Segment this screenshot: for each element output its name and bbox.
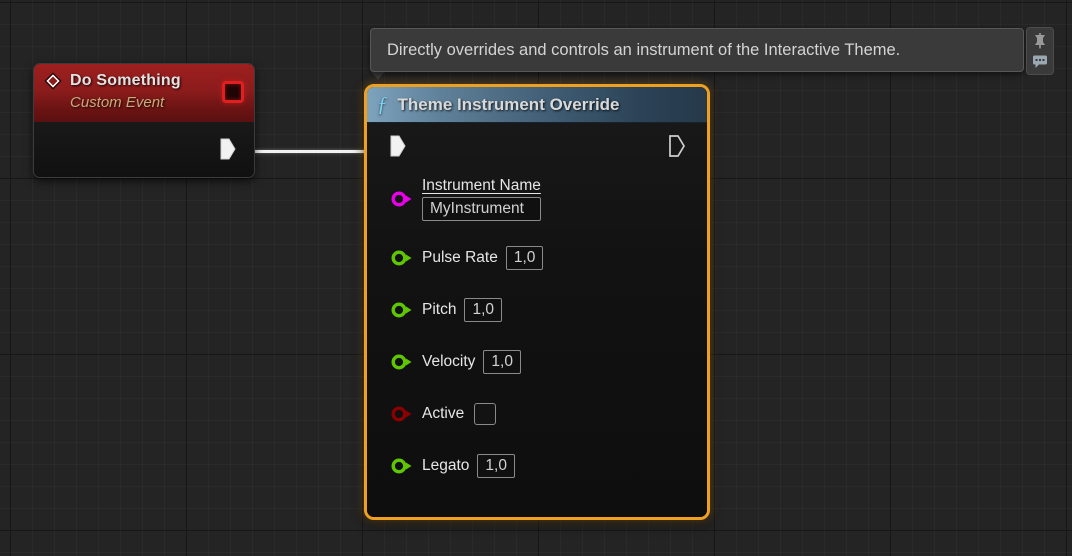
pin-dot-instrument-name[interactable] [391, 191, 413, 207]
pin-dot-velocity[interactable] [391, 354, 413, 370]
event-node-do-something[interactable]: Do Something Custom Event [33, 63, 255, 178]
event-node-title: Do Something [70, 72, 181, 89]
pin-value-legato[interactable]: 1,0 [477, 454, 515, 479]
comment-icon[interactable] [1031, 52, 1049, 70]
function-node-header[interactable]: ƒ Theme Instrument Override [367, 87, 707, 123]
pin-label-legato: Legato [422, 457, 470, 475]
event-node-subtitle: Custom Event [70, 94, 165, 111]
pin-dot-pitch[interactable] [391, 302, 413, 318]
event-exec-output-pin[interactable] [219, 138, 236, 160]
pin-dot-active[interactable] [391, 406, 413, 422]
event-node-body [34, 122, 254, 177]
exec-pin-row [367, 123, 707, 169]
pin-row-instrument-name: Instrument Name MyInstrument [367, 177, 707, 222]
pin-dot-pulse-rate[interactable] [391, 250, 413, 266]
node-tooltip: Directly overrides and controls an instr… [370, 28, 1024, 72]
tooltip-button-group[interactable] [1026, 27, 1054, 75]
pin-value-pulse-rate[interactable]: 1,0 [505, 246, 544, 271]
pin-label-velocity: Velocity [422, 353, 476, 371]
exec-output-pin[interactable] [668, 135, 685, 157]
pin-dot-legato[interactable] [391, 458, 413, 474]
pin-row-pitch: Pitch 1,0 [367, 295, 707, 325]
event-node-header[interactable]: Do Something Custom Event [34, 64, 254, 122]
function-node-theme-instrument-override[interactable]: ƒ Theme Instrument Override Instrument N… [364, 84, 710, 520]
pin-value-instrument-name[interactable]: MyInstrument [422, 197, 541, 222]
function-node-title: Theme Instrument Override [397, 94, 620, 114]
blueprint-graph-canvas[interactable]: Do Something Custom Event Directly overr… [0, 0, 1072, 556]
pin-label-pulse-rate: Pulse Rate [422, 249, 498, 267]
function-f-icon: ƒ [377, 92, 388, 116]
pin-checkbox-active[interactable] [474, 403, 497, 426]
pin-label-pitch: Pitch [422, 301, 457, 319]
pin-row-velocity: Velocity 1,0 [367, 347, 707, 377]
pin-row-active: Active [367, 399, 707, 429]
pin-row-pulse-rate: Pulse Rate 1,0 [367, 243, 707, 273]
function-node-body: Instrument Name MyInstrument Pulse Rate … [367, 123, 707, 517]
tooltip-text: Directly overrides and controls an instr… [387, 40, 901, 59]
delegate-output-pin[interactable] [222, 81, 244, 103]
pin-value-velocity[interactable]: 1,0 [483, 350, 521, 375]
pin-value-pitch[interactable]: 1,0 [464, 298, 503, 323]
pin-row-legato: Legato 1,0 [367, 451, 707, 481]
pin-label-active: Active [422, 405, 465, 423]
pin-icon[interactable] [1031, 32, 1049, 50]
pin-label-instrument-name: Instrument Name [422, 177, 541, 194]
event-diamond-icon [44, 72, 62, 90]
exec-input-pin[interactable] [389, 135, 406, 157]
